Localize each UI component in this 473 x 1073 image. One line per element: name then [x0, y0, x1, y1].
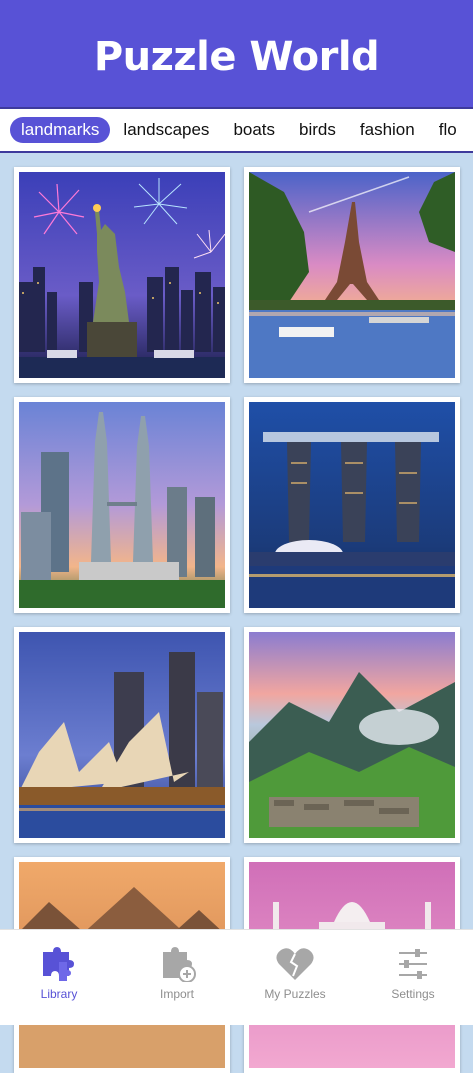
puzzle-card-sydney-opera-house[interactable] — [14, 627, 230, 843]
tab-landscapes[interactable]: landscapes — [112, 117, 220, 143]
nav-my-puzzles-label: My Puzzles — [264, 987, 326, 1001]
puzzle-add-icon — [163, 947, 196, 982]
tab-birds[interactable]: birds — [288, 117, 347, 143]
puzzle-card-machu-picchu[interactable] — [244, 627, 460, 843]
sydney-opera-house-image — [19, 632, 225, 838]
bottom-navigation: Library Import My Puzzles Settings — [0, 929, 473, 1025]
category-tabs[interactable]: landmarks landscapes boats birds fashion… — [0, 107, 473, 153]
page-title: Puzzle World — [93, 33, 380, 80]
tab-fashion[interactable]: fashion — [349, 117, 426, 143]
nav-library[interactable]: Library — [9, 946, 109, 1001]
puzzle-card-eiffel-tower[interactable] — [244, 167, 460, 383]
eiffel-tower-sunset-image — [249, 172, 455, 378]
tab-flowers[interactable]: flo — [428, 117, 468, 143]
puzzle-card-marina-bay-sands[interactable] — [244, 397, 460, 613]
nav-settings-label: Settings — [391, 987, 435, 1001]
petronas-towers-image — [19, 402, 225, 608]
tab-landmarks[interactable]: landmarks — [10, 117, 111, 143]
puzzle-card-statue-of-liberty[interactable] — [14, 167, 230, 383]
sliders-icon — [399, 949, 427, 979]
nav-settings[interactable]: Settings — [363, 946, 463, 1001]
nav-library-label: Library — [40, 987, 78, 1001]
nav-import-label: Import — [159, 987, 194, 1001]
puzzle-pieces-icon — [43, 947, 74, 981]
marina-bay-sands-image — [249, 402, 455, 608]
nav-import[interactable]: Import — [127, 946, 227, 1001]
puzzle-card-petronas-towers[interactable] — [14, 397, 230, 613]
app-header: Puzzle World — [0, 0, 473, 107]
heart-puzzle-icon — [276, 948, 314, 980]
statue-of-liberty-fireworks-image — [19, 172, 225, 378]
nav-my-puzzles[interactable]: My Puzzles — [245, 946, 345, 1001]
tab-boats[interactable]: boats — [222, 117, 286, 143]
machu-picchu-image — [249, 632, 455, 838]
